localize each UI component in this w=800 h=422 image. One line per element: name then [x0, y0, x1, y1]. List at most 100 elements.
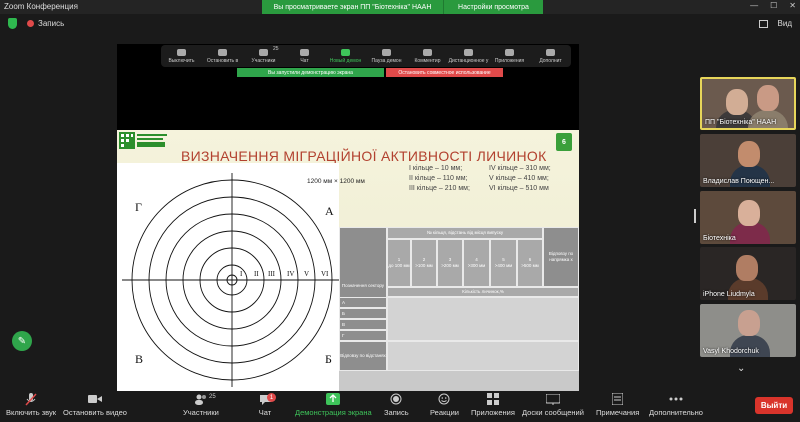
stop-video-button[interactable]: Остановить видео: [63, 393, 127, 417]
share-screen-button[interactable]: Демонстрация экрана: [295, 393, 372, 417]
ring-label: IV: [287, 270, 294, 278]
logo-icon: [119, 132, 167, 149]
leave-button[interactable]: Выйти: [755, 397, 793, 414]
close-icon[interactable]: ✕: [789, 1, 796, 10]
grid-view-icon[interactable]: [759, 20, 768, 28]
table-footer-body: [387, 341, 579, 371]
avatar: [738, 310, 760, 336]
camera-icon: [218, 48, 227, 56]
slide-title: ВИЗНАЧЕННЯ МІГРАЦІЙНОЇ АКТИВНОСТІ ЛИЧИНО…: [181, 148, 547, 164]
chevron-down-icon[interactable]: ⌄: [737, 363, 745, 374]
participant-tile[interactable]: ПП "Біотехніка" НААН: [700, 77, 796, 130]
table-body: [387, 297, 579, 341]
shared-participant-count: 25: [273, 46, 279, 52]
chat-icon: [300, 48, 309, 56]
mouse-icon: [464, 48, 473, 56]
table-ring-col: 3 >200 мм: [437, 239, 463, 287]
avatar: [736, 255, 758, 281]
reactions-button[interactable]: Реакции: [430, 393, 459, 417]
shield-icon[interactable]: [8, 18, 17, 29]
participant-tile[interactable]: iPhone Liudmyla: [700, 247, 796, 300]
shared-mute-button[interactable]: Выключить: [162, 48, 202, 64]
app-title: Zoom Конференция: [4, 2, 78, 11]
shared-pause-button[interactable]: Пауза демон: [367, 48, 407, 64]
minimize-icon[interactable]: —: [750, 1, 758, 10]
people-icon: [259, 48, 268, 56]
mic-muted-icon: [24, 392, 38, 406]
slide-number: 6: [556, 133, 572, 151]
shared-more-button[interactable]: Дополнит: [531, 48, 571, 64]
view-button[interactable]: Вид: [778, 19, 792, 28]
table-row-label: А: [339, 297, 387, 308]
participant-name: Біотехніка: [703, 235, 736, 242]
stop-share-button[interactable]: Остановить совместное использование: [386, 68, 503, 77]
table-unit-row: Кількість личинок,%: [387, 287, 579, 297]
record-icon: [389, 393, 403, 405]
more-icon: [546, 48, 555, 56]
pause-icon: [382, 48, 391, 56]
target-circles: Г А В Б I II III IV V VI: [122, 173, 339, 387]
table-ring-col: 2 >100 мм: [411, 239, 437, 287]
apps-icon: [486, 393, 500, 405]
ring-label: I: [240, 270, 243, 278]
annotate-pen-icon[interactable]: ✎: [12, 331, 32, 351]
table-row-label: В: [339, 319, 387, 330]
table-row-label: Б: [339, 308, 387, 319]
whiteboards-button[interactable]: Доски сообщений: [522, 393, 584, 417]
maximize-icon[interactable]: ☐: [770, 1, 777, 10]
shared-chat-button[interactable]: Чат: [285, 48, 325, 64]
meeting-top-bar: [0, 14, 800, 34]
share-icon: [341, 48, 350, 56]
participant-name: ПП "Біотехніка" НААН: [705, 119, 777, 126]
target-diagram: Г А В Б I II III IV V VI: [117, 163, 339, 391]
data-table: Позначення сектору № кільця, відстань ві…: [339, 227, 579, 391]
unmute-button[interactable]: Включить звук: [6, 392, 56, 417]
notes-icon: [611, 393, 625, 405]
more-dots-icon: [669, 393, 683, 405]
participant-tile[interactable]: Vasyl Khodorchuk: [700, 304, 796, 357]
apps-button[interactable]: Приложения: [471, 393, 515, 417]
presentation-slide: 6 ВИЗНАЧЕННЯ МІГРАЦІЙНОЇ АКТИВНОСТІ ЛИЧИ…: [117, 130, 579, 391]
shared-new-share-button[interactable]: Новый демон: [326, 48, 366, 64]
avatar: [738, 200, 760, 226]
ring-label: V: [304, 270, 309, 278]
sidebar-resize-handle[interactable]: [694, 209, 696, 223]
table-footer-label: Відповзу по відстанях: [339, 341, 387, 371]
share-screen-icon: [326, 393, 341, 405]
ring-label: II: [254, 270, 259, 278]
table-ring-col: 1 до 100 мм: [387, 239, 411, 287]
apps-icon: [505, 48, 514, 56]
quadrant-label-g: Г: [135, 200, 142, 214]
more-button[interactable]: Дополнительно: [649, 393, 703, 417]
whiteboard-icon: [545, 393, 560, 405]
table-ring-col: 6 >500 мм: [517, 239, 543, 287]
smiley-plus-icon: [437, 393, 451, 405]
shared-annotate-button[interactable]: Комментир: [408, 48, 448, 64]
view-options-button[interactable]: Настройки просмотра: [443, 0, 543, 14]
quadrant-label-v: В: [135, 352, 143, 366]
people-icon: [194, 393, 208, 405]
table-ring-col: 4 >300 мм: [463, 239, 490, 287]
shared-apps-button[interactable]: Приложения: [490, 48, 530, 64]
pen-icon: [423, 48, 432, 56]
quadrant-label-b: Б: [325, 352, 332, 366]
chat-badge: 1: [267, 393, 276, 402]
table-header-group: № кільця, відстань від місця випуску: [387, 227, 543, 239]
dimensions-label: 1200 мм × 1200 мм: [307, 178, 365, 185]
avatar: [738, 141, 760, 167]
table-row-label: Г: [339, 330, 387, 341]
participant-name: Владислав Поющен...: [703, 178, 775, 185]
shared-video-button[interactable]: Остановить в: [203, 48, 243, 64]
participant-tile[interactable]: Владислав Поющен...: [700, 134, 796, 187]
participant-tile[interactable]: Біотехніка: [700, 191, 796, 244]
camera-icon: [87, 393, 102, 405]
window-controls: — ☐ ✕: [750, 1, 796, 10]
notes-button[interactable]: Примечания: [596, 393, 639, 417]
table-ring-col: 5 >400 мм: [490, 239, 517, 287]
ring-label: VI: [321, 270, 329, 278]
avatar: [757, 85, 779, 111]
record-button[interactable]: Запись: [384, 393, 409, 417]
mic-icon: [177, 48, 186, 56]
ring-label: III: [268, 270, 276, 278]
shared-remote-button[interactable]: Дистанционное у: [449, 48, 489, 64]
